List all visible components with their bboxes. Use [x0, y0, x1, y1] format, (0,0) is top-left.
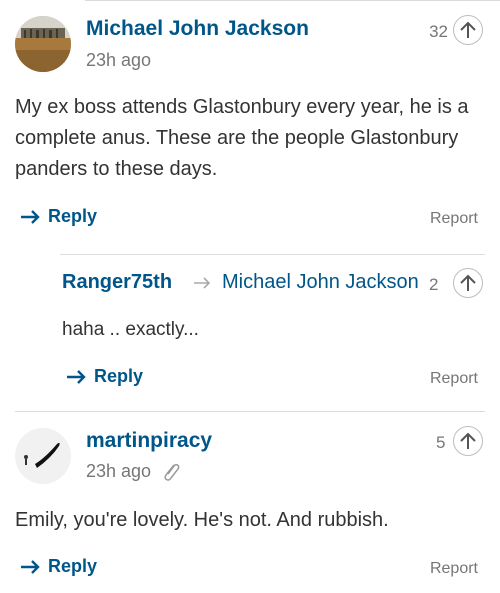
upvote-button[interactable] — [453, 268, 483, 298]
reply-label: Reply — [48, 556, 98, 576]
reply-arrow-icon — [21, 209, 40, 224]
reply-button[interactable]: Reply — [20, 556, 97, 577]
arrow-up-icon — [460, 21, 476, 38]
comment-body: Emily, you're lovely. He's not. And rubb… — [15, 509, 389, 531]
reply-to-arrow-icon — [194, 277, 211, 289]
vote-count: 5 — [436, 433, 446, 452]
arrow-up-icon — [460, 432, 476, 449]
vote-count: 32 — [429, 22, 448, 41]
reply-button[interactable]: Reply — [20, 206, 97, 227]
reply-to-author[interactable]: Michael John Jackson — [222, 271, 419, 294]
report-link[interactable]: Report — [430, 370, 478, 388]
comment-timestamp[interactable]: 23h ago — [86, 461, 151, 482]
comment-author[interactable]: martinpiracy — [86, 429, 212, 453]
avatar[interactable] — [15, 16, 71, 72]
paperclip-icon — [164, 463, 180, 481]
arrow-up-icon — [460, 274, 476, 291]
upvote-button[interactable] — [453, 15, 483, 45]
report-link[interactable]: Report — [430, 560, 478, 578]
report-link[interactable]: Report — [430, 210, 478, 228]
reply-button[interactable]: Reply — [66, 366, 143, 387]
reply-arrow-icon — [67, 369, 86, 384]
reply-label: Reply — [94, 366, 144, 386]
reply-arrow-icon — [21, 559, 40, 574]
vote-count: 2 — [429, 275, 439, 294]
comment-timestamp[interactable]: 23h ago — [86, 50, 151, 71]
comment-body: haha .. exactly... — [62, 319, 199, 340]
comment-body: My ex boss attends Glastonbury every yea… — [15, 96, 469, 180]
divider — [60, 254, 485, 255]
comment-author[interactable]: Michael John Jackson — [86, 17, 309, 41]
divider — [15, 411, 485, 412]
reply-label: Reply — [48, 206, 98, 226]
divider — [85, 0, 500, 1]
comment-author[interactable]: Ranger75th — [62, 271, 172, 294]
avatar[interactable] — [15, 428, 71, 484]
upvote-button[interactable] — [453, 426, 483, 456]
